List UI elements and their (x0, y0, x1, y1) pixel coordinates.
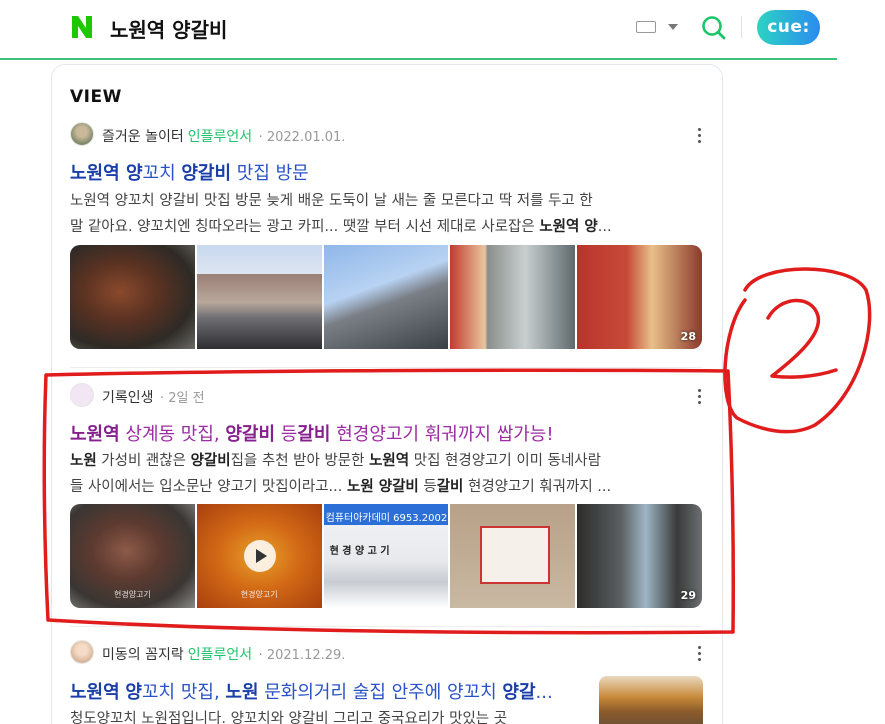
desc-line: 말 같아요. 양꼬치엔 칭따오라는 광고 카피... 땟깔 부터 시선 제대로 … (70, 214, 702, 240)
title-keyword: 노원 (225, 682, 259, 703)
desc-text: ... (597, 219, 612, 235)
desc-text: 집을 추천 받아 방문한 (230, 453, 370, 469)
post-item: 즐거운 놀이터 인플루언서 · 2022.01.01. 노원역 양꼬치 양갈비 맛… (70, 122, 702, 352)
title-keyword: 노원역 (70, 424, 120, 445)
desc-text: 맛집 현경양고기 이미 동네사람 (409, 453, 601, 469)
cue-button[interactable]: cue: (757, 10, 820, 45)
thumbnail-image[interactable] (70, 245, 195, 349)
video-thumbnail[interactable]: 현경양고기 (196, 504, 322, 608)
title-text: 등 (275, 424, 298, 445)
desc-keyword: 노원역 (369, 453, 410, 469)
search-header: 노원역 양갈비 cue: (0, 0, 837, 60)
title-keyword: 양갈비 (225, 424, 276, 445)
avatar[interactable] (70, 383, 94, 407)
title-text: 현경양고기 훠궈까지 쌉가능! (330, 424, 554, 445)
desc-text: 들 사이에서는 입소문난 양고기 맛집이라고... (70, 479, 347, 495)
author-line: 기록인생 · 2일 전 (102, 387, 205, 407)
desc-line: 노원역 양꼬치 양갈비 맛집 방문 늦게 배운 도둑이 날 새는 줄 모른다고 … (70, 193, 593, 209)
post-divider (70, 626, 702, 627)
photo-count: 29 (680, 589, 696, 602)
header-divider (741, 16, 742, 38)
influencer-badge: 인플루언서 (187, 129, 253, 145)
thumbnail-image[interactable]: 현경양고기 (70, 504, 195, 608)
title-text: 맛집 방문 (231, 163, 309, 184)
desc-line: 들 사이에서는 입소문난 양고기 맛집이라고... 노원 양갈비 등갈비 현경양… (70, 474, 702, 500)
search-icon[interactable] (700, 14, 728, 42)
desc-text: 등 (418, 479, 437, 495)
annotation-circle (723, 267, 872, 434)
post-title[interactable]: 노원역 상계동 맛집, 양갈비 등갈비 현경양고기 훠궈까지 쌉가능! (70, 420, 554, 446)
section-title: VIEW (70, 87, 122, 107)
desc-keyword: 갈비 (436, 479, 464, 495)
post-divider (70, 367, 702, 368)
thumbnail-image[interactable]: 28 (577, 245, 702, 349)
more-options-icon[interactable] (698, 389, 702, 405)
title-text: 문화의거리 술집 안주에 양꼬치 (258, 682, 503, 703)
thumbnail-caption: 현경양고기 (113, 590, 151, 599)
desc-keyword: 양갈비 (190, 453, 231, 469)
photo-count: 28 (680, 330, 696, 343)
naver-logo-icon[interactable] (70, 15, 94, 39)
thumbnail-caption: 현경양고기 (240, 590, 278, 599)
menu-board (480, 526, 551, 584)
influencer-badge: 인플루언서 (187, 647, 253, 663)
post-item: 기록인생 · 2일 전 노원역 상계동 맛집, 양갈비 등갈비 현경양고기 훠궈… (70, 383, 702, 613)
post-description[interactable]: 노원 가성비 괜찮은 양갈비집을 추천 받아 방문한 노원역 맛집 현경양고기 … (70, 448, 702, 500)
desc-text: 가성비 괜찮은 (96, 453, 191, 469)
title-keyword: 노원역 (70, 682, 120, 703)
sign-text: 컴퓨터아카데미 6953.2002 (325, 513, 448, 524)
author-row: 즐거운 놀이터 인플루언서 · 2022.01.01. (70, 122, 702, 148)
desc-keyword: 노원 (70, 453, 97, 469)
search-query[interactable]: 노원역 양갈비 (110, 14, 227, 43)
desc-keyword: 노원 양갈비 (347, 479, 419, 495)
author-row: 기록인생 · 2일 전 (70, 383, 702, 409)
sign-text: 현 경 양 고 기 (329, 546, 390, 557)
thumbnail-image[interactable] (599, 676, 703, 724)
more-options-icon[interactable] (698, 646, 702, 662)
post-date: · 2021.12.29. (258, 648, 346, 663)
chevron-down-icon[interactable] (668, 24, 678, 30)
desc-line: 노원 가성비 괜찮은 양갈비집을 추천 받아 방문한 노원역 맛집 현경양고기 … (70, 448, 702, 474)
thumbnail-image[interactable] (450, 504, 576, 608)
title-keyword: 양갈 (502, 682, 536, 703)
title-text: 꼬치 맛집, (141, 682, 226, 703)
thumbnail-strip: 현경양고기 현경양고기 컴퓨터아카데미 6953.2002 현 경 양 고 기 … (70, 504, 702, 608)
title-keyword: 양 (125, 682, 142, 703)
desc-text: 말 같아요. 양꼬치엔 칭따오라는 광고 카피... 땟깔 부터 시선 제대로 … (70, 219, 540, 235)
annotation-number-2 (766, 298, 838, 379)
avatar[interactable] (70, 122, 94, 146)
play-icon[interactable] (243, 540, 276, 572)
post-description[interactable]: 노원역 양꼬치 양갈비 맛집 방문 늦게 배운 도둑이 날 새는 줄 모른다고 … (70, 188, 702, 240)
author-name[interactable]: 기록인생 (102, 390, 154, 406)
author-line: 즐거운 놀이터 인플루언서 · 2022.01.01. (102, 126, 345, 146)
avatar[interactable] (70, 640, 94, 664)
thumbnail-image[interactable]: 컴퓨터아카데미 6953.2002 현 경 양 고 기 (323, 504, 449, 608)
author-name[interactable]: 즐거운 놀이터 (102, 129, 184, 145)
title-text: 꼬치 (142, 163, 182, 184)
post-date: · 2022.01.01. (258, 130, 346, 145)
thumbnail-image[interactable] (450, 245, 576, 349)
author-row: 미동의 꼼지락 인플루언서 · 2021.12.29. (70, 640, 702, 666)
desc-text: 현경양고기 훠궈까지 ... (463, 479, 612, 495)
thumbnail-image[interactable] (323, 245, 449, 349)
title-text: ... (535, 682, 553, 703)
author-name[interactable]: 미동의 꼼지락 (102, 647, 184, 663)
more-options-icon[interactable] (698, 128, 702, 144)
author-line: 미동의 꼼지락 인플루언서 · 2021.12.29. (102, 644, 345, 664)
thumbnail-image[interactable] (196, 245, 322, 349)
title-text: 상계동 맛집, (119, 424, 226, 445)
thumbnail-strip: 28 (70, 245, 702, 349)
title-keyword: 갈비 (297, 424, 331, 445)
desc-keyword: 노원역 양 (539, 219, 598, 235)
keyboard-icon[interactable] (636, 21, 656, 33)
post-description[interactable]: 청도양꼬치 노원점입니다. 양꼬치와 양갈비 그리고 중국요리가 맛있는 곳 (70, 706, 590, 724)
post-title[interactable]: 노원역 양꼬치 양갈비 맛집 방문 (70, 159, 309, 185)
title-keyword: 양갈비 (181, 163, 232, 184)
post-title[interactable]: 노원역 양꼬치 맛집, 노원 문화의거리 술집 안주에 양꼬치 양갈... (70, 678, 582, 704)
post-date: · 2일 전 (159, 391, 205, 406)
thumbnail-image[interactable]: 29 (577, 504, 702, 608)
title-keyword: 노원역 양 (70, 163, 143, 184)
